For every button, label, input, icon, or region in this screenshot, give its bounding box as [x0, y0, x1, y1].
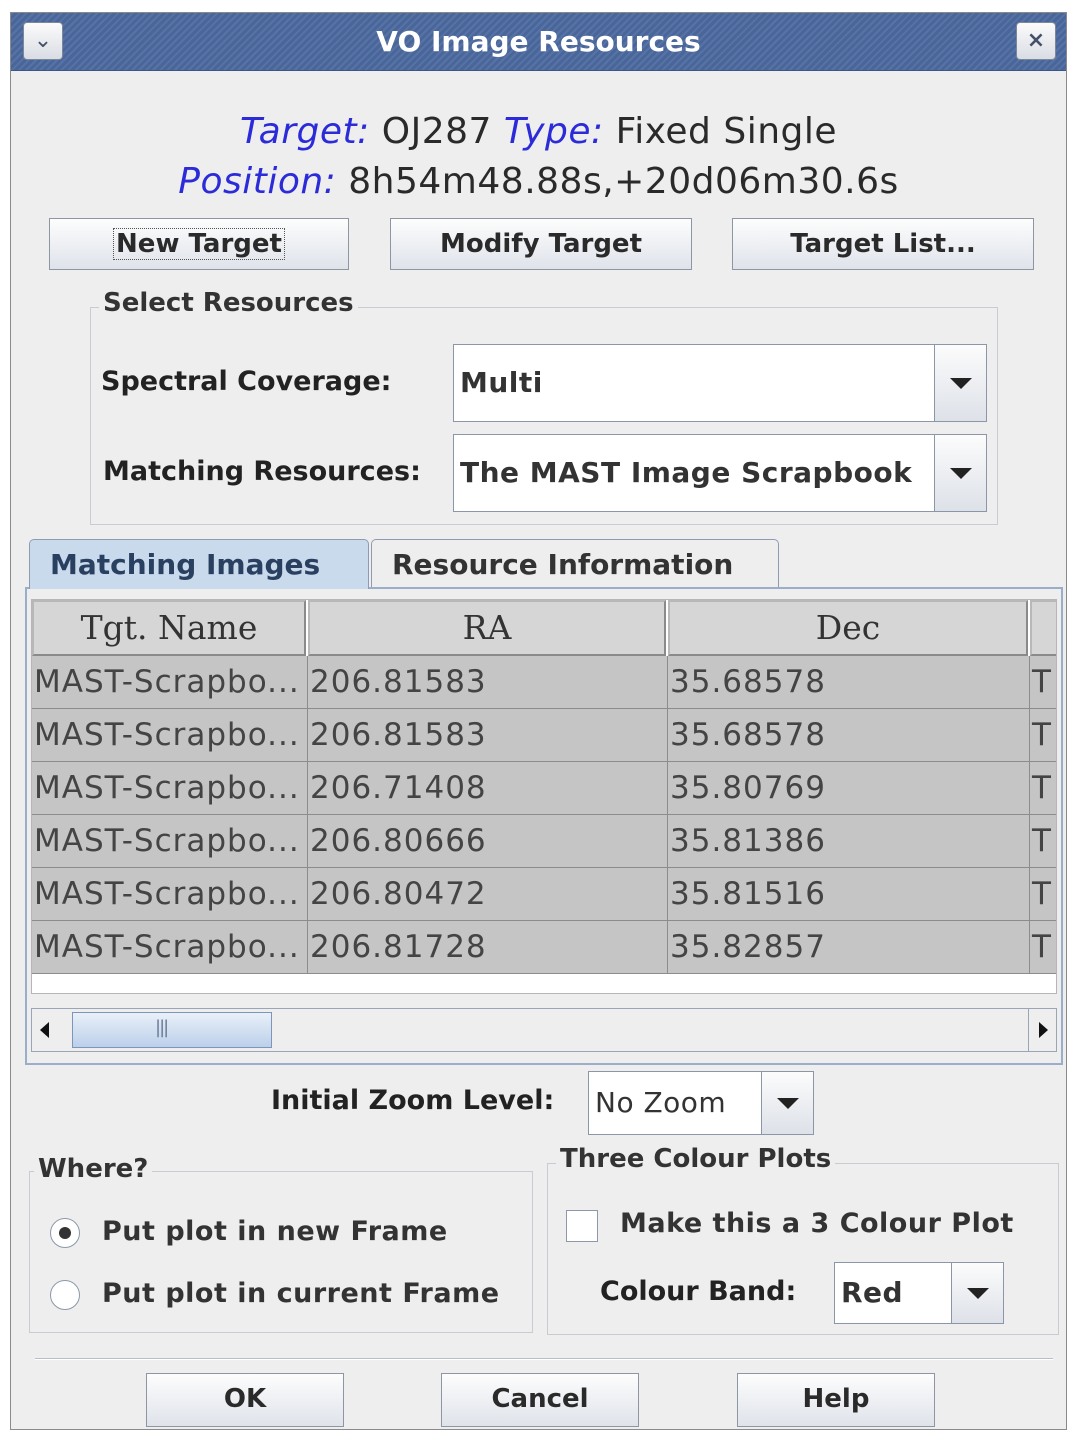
table-cell: MAST-Scrapbo...	[32, 656, 308, 709]
table-cell: 35.80769	[668, 762, 1030, 815]
table-cell: 35.81516	[668, 868, 1030, 921]
chevron-down-icon[interactable]	[934, 435, 986, 511]
chevron-down-icon[interactable]	[951, 1263, 1003, 1323]
column-header-name[interactable]: Tgt. Name	[32, 600, 306, 656]
table-cell: 206.81583	[308, 656, 668, 709]
tab-matching-images[interactable]: Matching Images	[29, 539, 369, 589]
select-resources-title: Select Resources	[99, 288, 358, 318]
cancel-button[interactable]: Cancel	[441, 1373, 639, 1427]
where-title: Where?	[34, 1154, 153, 1184]
title-bar[interactable]: ⌄ VO Image Resources ×	[11, 13, 1066, 71]
table-row[interactable]: MAST-Scrapbo... 206.81583 35.68578 T	[32, 656, 1056, 709]
ok-button[interactable]: OK	[146, 1373, 344, 1427]
horizontal-scrollbar[interactable]	[31, 1008, 1057, 1052]
table-row[interactable]: MAST-Scrapbo... 206.81583 35.68578 T	[32, 709, 1056, 762]
dialog-window: ⌄ VO Image Resources × Target: OJ287 Typ…	[10, 12, 1067, 1430]
modify-target-button[interactable]: Modify Target	[390, 218, 692, 270]
table-cell: MAST-Scrapbo...	[32, 709, 308, 762]
table-cell: T	[1030, 709, 1056, 762]
table-cell: MAST-Scrapbo...	[32, 921, 308, 974]
type-label: Type:	[503, 111, 604, 152]
radio-current-frame-label[interactable]: Put plot in current Frame	[102, 1278, 500, 1309]
colour-band-value: Red	[841, 1276, 904, 1309]
radio-current-frame[interactable]	[50, 1280, 80, 1310]
table-cell: 35.68578	[668, 709, 1030, 762]
matching-resources-value: The MAST Image Scrapbook	[460, 456, 913, 489]
table-cell: 206.80472	[308, 868, 668, 921]
column-header-extra[interactable]	[1030, 600, 1056, 656]
tab-resource-information[interactable]: Resource Information	[371, 539, 779, 589]
select-resources-group: Select Resources Spectral Coverage: Mult…	[90, 288, 998, 525]
colour-band-label: Colour Band:	[600, 1276, 797, 1307]
window-title: VO Image Resources	[376, 25, 701, 58]
zoom-level-label: Initial Zoom Level:	[271, 1085, 555, 1116]
table-cell: 35.81386	[668, 815, 1030, 868]
scroll-thumb[interactable]	[72, 1012, 272, 1048]
separator	[35, 1358, 1053, 1360]
column-header-ra[interactable]: RA	[308, 600, 666, 656]
type-value: Fixed Single	[615, 111, 838, 152]
matching-resources-select[interactable]: The MAST Image Scrapbook	[453, 434, 987, 512]
target-line: Target: OJ287 Type: Fixed Single	[11, 111, 1066, 152]
table-header: Tgt. Name RA Dec	[32, 600, 1056, 656]
help-button[interactable]: Help	[737, 1373, 935, 1427]
colour-band-select[interactable]: Red	[834, 1262, 1004, 1324]
table-row[interactable]: MAST-Scrapbo... 206.81728 35.82857 T	[32, 921, 1056, 974]
table-cell: MAST-Scrapbo...	[32, 815, 308, 868]
new-target-button[interactable]: New Target	[49, 218, 349, 270]
table-cell: MAST-Scrapbo...	[32, 762, 308, 815]
three-colour-checkbox[interactable]	[566, 1210, 598, 1242]
images-table[interactable]: Tgt. Name RA Dec MAST-Scrapbo... 206.8158…	[31, 599, 1057, 994]
chevron-down-icon[interactable]	[761, 1072, 813, 1134]
table-cell: 206.71408	[308, 762, 668, 815]
close-icon[interactable]: ×	[1016, 22, 1056, 60]
table-cell: 35.68578	[668, 656, 1030, 709]
spectral-coverage-value: Multi	[460, 366, 543, 399]
target-label: Target:	[239, 111, 370, 152]
new-target-label: New Target	[113, 228, 285, 260]
table-cell: T	[1030, 921, 1056, 974]
table-cell: MAST-Scrapbo...	[32, 868, 308, 921]
zoom-level-value: No Zoom	[595, 1086, 727, 1119]
three-colour-title: Three Colour Plots	[556, 1144, 836, 1174]
chevron-down-icon[interactable]	[934, 345, 986, 421]
scroll-left-icon[interactable]	[32, 1009, 60, 1051]
column-header-dec[interactable]: Dec	[668, 600, 1028, 656]
target-list-button[interactable]: Target List...	[732, 218, 1034, 270]
table-cell: 35.82857	[668, 921, 1030, 974]
table-cell: T	[1030, 762, 1056, 815]
matching-images-panel: Tgt. Name RA Dec MAST-Scrapbo... 206.8158…	[25, 587, 1063, 1065]
table-row[interactable]: MAST-Scrapbo... 206.80666 35.81386 T	[32, 815, 1056, 868]
target-value: OJ287	[381, 111, 492, 152]
table-cell: 206.80666	[308, 815, 668, 868]
three-colour-group: Three Colour Plots Make this a 3 Colour …	[547, 1144, 1059, 1335]
three-colour-checkbox-label[interactable]: Make this a 3 Colour Plot	[620, 1208, 1014, 1239]
table-cell: T	[1030, 868, 1056, 921]
spectral-coverage-select[interactable]: Multi	[453, 344, 987, 422]
table-row[interactable]: MAST-Scrapbo... 206.71408 35.80769 T	[32, 762, 1056, 815]
where-group: Where? Put plot in new Frame Put plot in…	[29, 1154, 533, 1333]
radio-new-frame[interactable]	[50, 1218, 80, 1248]
position-label: Position:	[178, 161, 337, 202]
matching-resources-label: Matching Resources:	[103, 456, 421, 487]
position-value: 8h54m48.88s,+20d06m30.6s	[348, 161, 899, 202]
zoom-level-select[interactable]: No Zoom	[588, 1071, 814, 1135]
spectral-coverage-label: Spectral Coverage:	[101, 366, 392, 397]
position-line: Position: 8h54m48.88s,+20d06m30.6s	[11, 161, 1066, 202]
table-cell: T	[1030, 656, 1056, 709]
radio-new-frame-label[interactable]: Put plot in new Frame	[102, 1216, 448, 1247]
table-row[interactable]: MAST-Scrapbo... 206.80472 35.81516 T	[32, 868, 1056, 921]
scroll-right-icon[interactable]	[1028, 1009, 1056, 1051]
table-cell: 206.81728	[308, 921, 668, 974]
table-cell: T	[1030, 815, 1056, 868]
table-cell: 206.81583	[308, 709, 668, 762]
